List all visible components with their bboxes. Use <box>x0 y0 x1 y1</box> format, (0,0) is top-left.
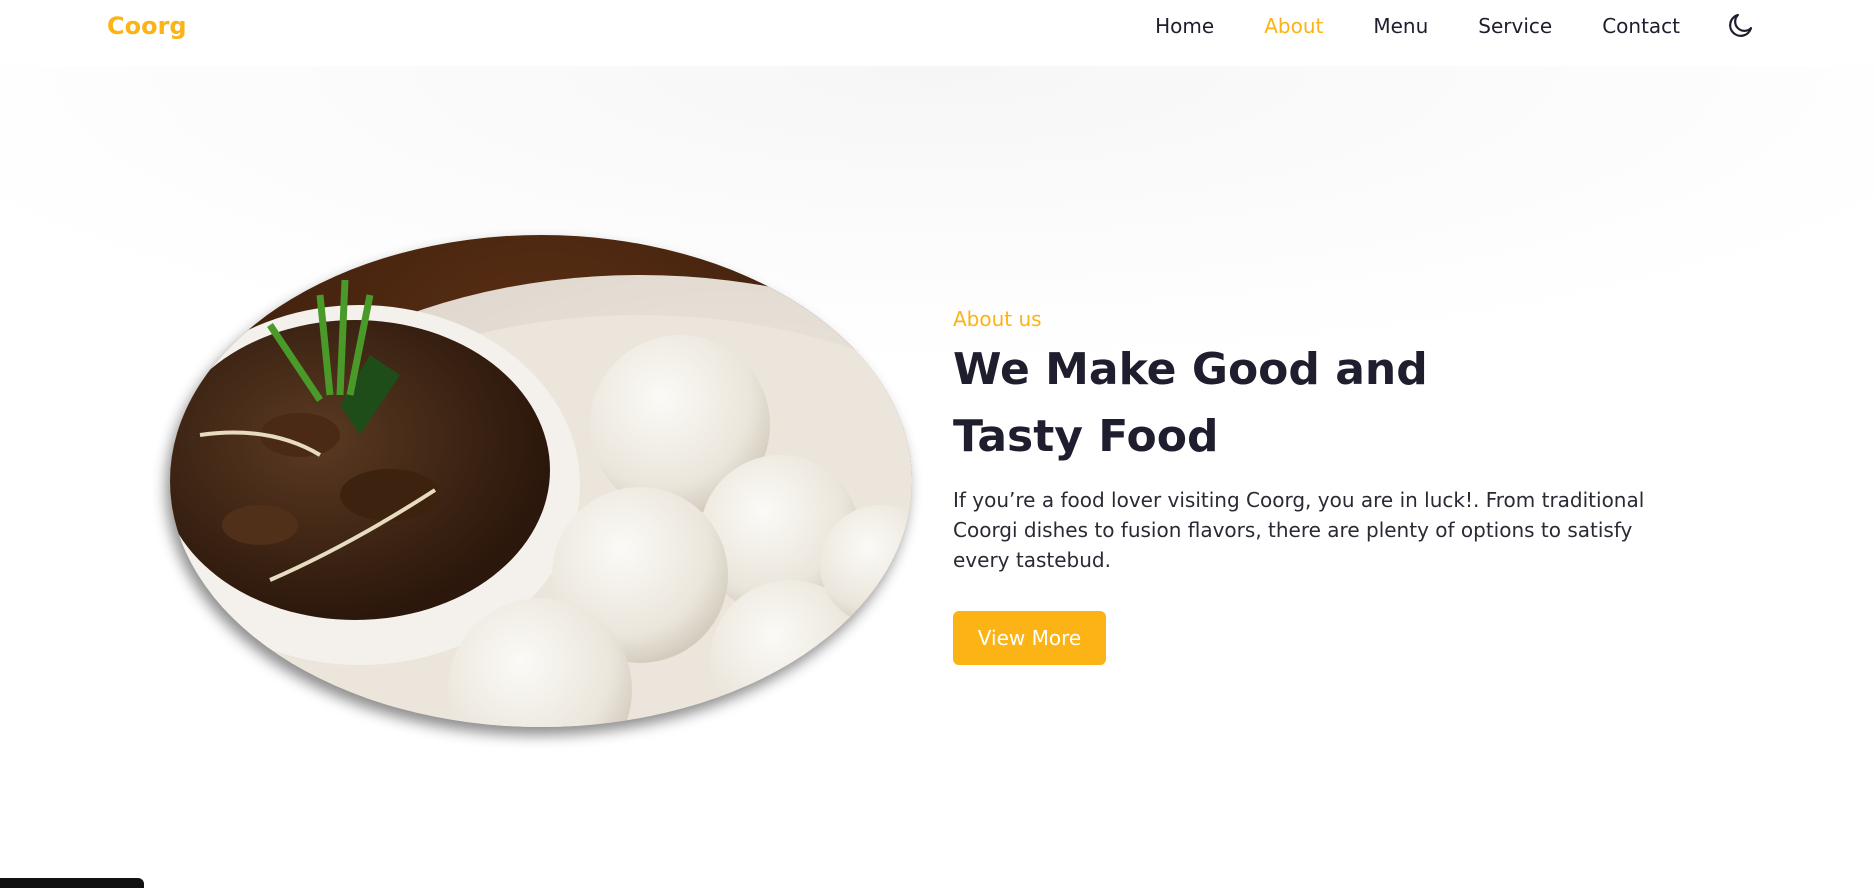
main-nav: Home About Menu Service Contact <box>1105 13 1680 39</box>
moon-icon[interactable] <box>1726 10 1756 40</box>
headline-line-1: We Make Good and <box>953 344 1428 395</box>
nav-contact[interactable]: Contact <box>1602 13 1680 39</box>
headline-line-2: Tasty Food <box>953 411 1219 462</box>
nav-home[interactable]: Home <box>1155 13 1214 39</box>
site-header: Coorg Home About Menu Service Contact <box>0 0 1874 66</box>
view-more-button[interactable]: View More <box>953 611 1106 665</box>
page-title: We Make Good and Tasty Food <box>953 336 1473 470</box>
nav-service[interactable]: Service <box>1478 13 1552 39</box>
about-label: About us <box>953 307 1042 331</box>
about-description: If you’re a food lover visiting Coorg, y… <box>953 488 1645 572</box>
nav-about[interactable]: About <box>1264 13 1323 39</box>
food-plate-image <box>170 235 912 727</box>
bottom-bar <box>0 878 144 888</box>
logo[interactable]: Coorg <box>107 12 187 40</box>
nav-menu[interactable]: Menu <box>1373 13 1428 39</box>
